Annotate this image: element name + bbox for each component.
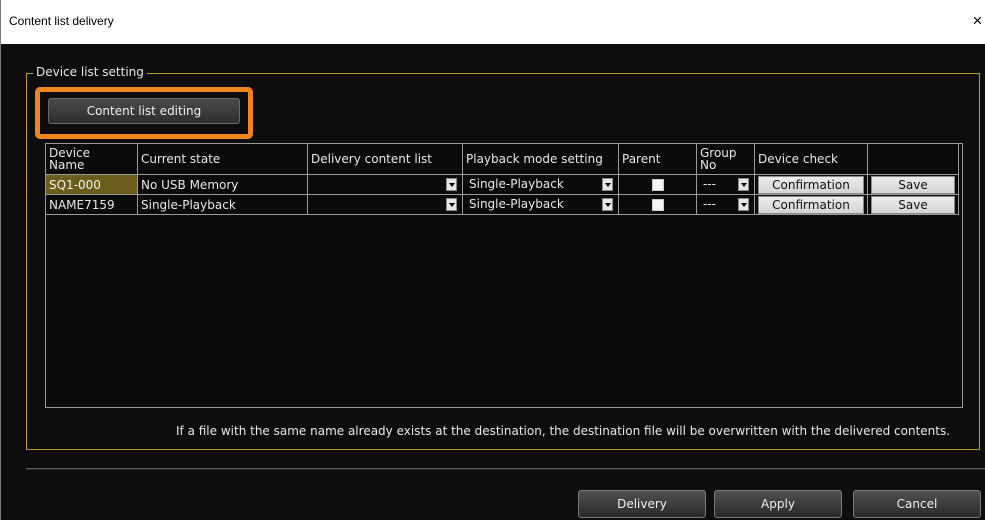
chevron-down-icon[interactable] xyxy=(446,178,457,191)
table-row[interactable]: NAME7159 Single-Playback Single-Playback… xyxy=(45,194,959,215)
current-state-cell: Single-Playback xyxy=(137,194,308,215)
cancel-button[interactable]: Cancel xyxy=(853,490,981,518)
table-row[interactable]: SQ1-000 No USB Memory Single-Playback --… xyxy=(45,174,959,195)
device-check-cell: Confirmation xyxy=(754,194,868,215)
divider xyxy=(26,468,985,470)
chevron-down-icon[interactable] xyxy=(738,178,749,191)
current-state-cell: No USB Memory xyxy=(137,174,308,195)
save-button[interactable]: Save xyxy=(871,175,955,194)
parent-checkbox[interactable] xyxy=(651,179,664,191)
title-bar: Content list delivery × xyxy=(1,0,985,44)
delivery-content-list-select[interactable] xyxy=(307,174,463,195)
save-cell: Save xyxy=(867,174,959,195)
header-device-name: Device Name xyxy=(45,143,138,175)
header-save xyxy=(867,143,959,175)
chevron-down-icon[interactable] xyxy=(738,198,749,211)
device-table: Device Name Current state Delivery conte… xyxy=(45,143,959,215)
window-title: Content list delivery xyxy=(9,14,114,28)
overwrite-notice: If a file with the same name already exi… xyxy=(176,424,951,438)
parent-cell xyxy=(618,174,697,195)
parent-checkbox[interactable] xyxy=(651,199,664,211)
chevron-down-icon[interactable] xyxy=(446,198,457,211)
apply-button[interactable]: Apply xyxy=(714,490,842,518)
confirmation-button[interactable]: Confirmation xyxy=(758,175,864,194)
parent-cell xyxy=(618,194,697,215)
header-group-no: Group No xyxy=(696,143,755,175)
save-button[interactable]: Save xyxy=(871,195,955,214)
header-device-check: Device check xyxy=(754,143,868,175)
group-label: Device list setting xyxy=(33,65,147,79)
group-no-select[interactable]: --- xyxy=(696,174,755,195)
header-playback-mode-setting: Playback mode setting xyxy=(462,143,619,175)
content-list-editing-button[interactable]: Content list editing xyxy=(48,98,240,124)
header-delivery-content-list: Delivery content list xyxy=(307,143,463,175)
group-no-select[interactable]: --- xyxy=(696,194,755,215)
delivery-content-list-select[interactable] xyxy=(307,194,463,215)
device-check-cell: Confirmation xyxy=(754,174,868,195)
chevron-down-icon[interactable] xyxy=(602,178,613,191)
playback-mode-select[interactable]: Single-Playback xyxy=(462,174,619,195)
playback-mode-select[interactable]: Single-Playback xyxy=(462,194,619,215)
confirmation-button[interactable]: Confirmation xyxy=(758,195,864,214)
device-name-cell[interactable]: SQ1-000 xyxy=(45,174,138,195)
delivery-button[interactable]: Delivery xyxy=(578,490,706,518)
device-name-cell[interactable]: NAME7159 xyxy=(45,194,138,215)
chevron-down-icon[interactable] xyxy=(602,198,613,211)
table-header-row: Device Name Current state Delivery conte… xyxy=(45,143,959,175)
header-current-state: Current state xyxy=(137,143,308,175)
close-icon[interactable]: × xyxy=(969,8,985,34)
save-cell: Save xyxy=(867,194,959,215)
header-parent: Parent xyxy=(618,143,697,175)
